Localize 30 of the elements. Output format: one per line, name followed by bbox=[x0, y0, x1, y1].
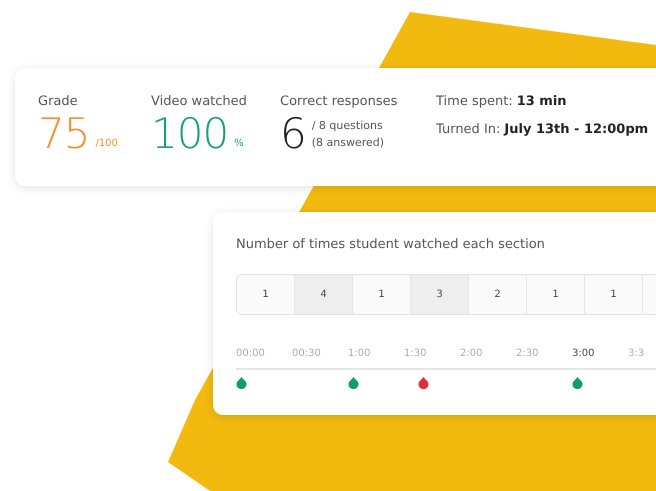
answered-count: (8 answered) bbox=[312, 135, 384, 151]
questions-count: / 8 questions bbox=[312, 118, 384, 134]
time-label: 1:30 bbox=[404, 348, 426, 359]
section-cell: 4 bbox=[295, 275, 353, 314]
turned-in-value: July 13th - 12:00pm bbox=[504, 122, 648, 137]
time-spent-label: Time spent: bbox=[436, 94, 513, 109]
grade-label: Grade bbox=[38, 94, 78, 109]
time-label: 3:3 bbox=[628, 348, 644, 359]
grade-max: /100 bbox=[95, 138, 118, 149]
section-cell: 3 bbox=[411, 275, 469, 314]
responses-label: Correct responses bbox=[280, 94, 398, 109]
time-label: 2:00 bbox=[460, 348, 482, 359]
section-cell: 1 bbox=[585, 275, 643, 314]
sections-title: Number of times student watched each section bbox=[236, 237, 546, 252]
video-unit: % bbox=[234, 138, 244, 149]
video-value: 100 bbox=[151, 109, 228, 159]
time-spent-value: 13 min bbox=[516, 94, 567, 109]
time-label: 3:00 bbox=[572, 348, 594, 359]
grade-value: 75 bbox=[38, 109, 90, 159]
time-label: 1:00 bbox=[348, 348, 370, 359]
time-label: 00:00 bbox=[236, 348, 265, 359]
time-label: 00:30 bbox=[292, 348, 321, 359]
section-cell: 1 bbox=[527, 275, 585, 314]
responses-value: 6 bbox=[280, 109, 306, 159]
section-cell: 1 bbox=[237, 275, 295, 314]
section-cell: 1 bbox=[353, 275, 411, 314]
turned-in-label: Turned In: bbox=[436, 122, 500, 137]
video-label: Video watched bbox=[151, 94, 247, 109]
time-label: 2:30 bbox=[516, 348, 538, 359]
section-cell: 2 bbox=[469, 275, 527, 314]
